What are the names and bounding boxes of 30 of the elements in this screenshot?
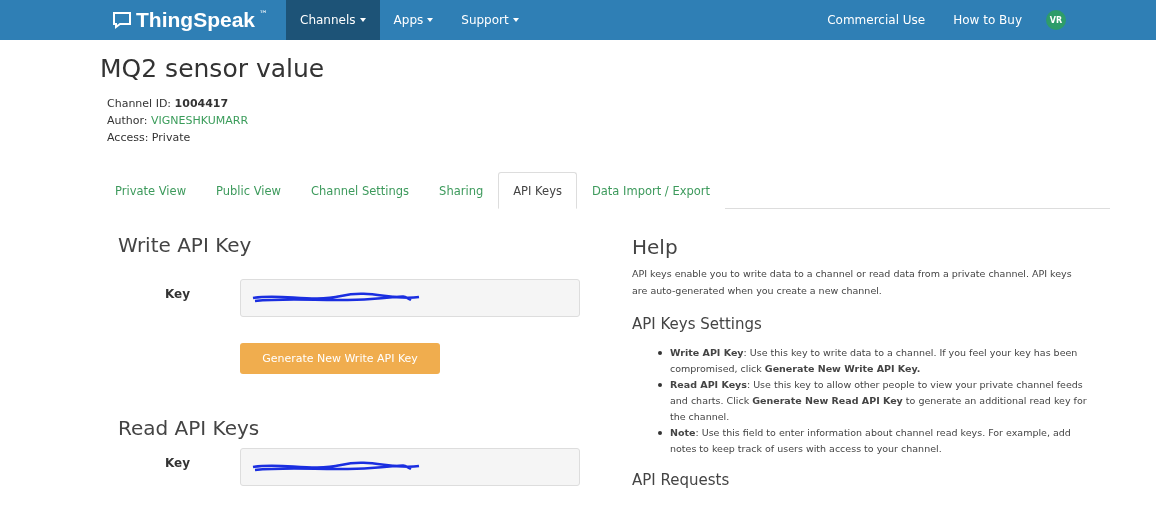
channel-info-line: Access: Private [107, 131, 192, 144]
help-heading: Help [632, 235, 679, 259]
nav-menu-item[interactable]: Channels [286, 0, 380, 40]
user-avatar[interactable]: VR [1046, 10, 1066, 30]
channel-info-line: Channel ID: 1004417 [107, 97, 230, 110]
nav-menu-item[interactable]: Apps [379, 0, 448, 40]
trademark: ™ [259, 9, 269, 19]
section-heading: Read API Keys [118, 416, 261, 440]
channel-info-line: Author: VIGNESHKUMARR [107, 114, 250, 127]
bullet-text: Write API Key: Use this key to write data to a channel. If you feel your key has been compromised, click Generate New Write API Key. [670, 346, 1079, 376]
nav-menu-item[interactable]: Support [447, 0, 533, 40]
tab[interactable]: API Keys [498, 172, 577, 209]
logo-text[interactable]: ThingSpeak [136, 8, 256, 32]
bullet-text: Read API Keys: Use this key to allow other people to view your private channel feeds and charts. Click Generate New Read API Key to generate an additional read key for the channel. [670, 378, 1088, 424]
section-heading: API Keys Settings [632, 315, 763, 333]
nav-link[interactable]: How to Buy [939, 0, 1036, 40]
field-label: Key [163, 456, 191, 470]
section-heading: Write API Key [118, 233, 253, 257]
channel-title: MQ2 sensor value [100, 54, 326, 83]
input-field[interactable] [240, 279, 580, 317]
bullet-text: Note: Use this field to enter information about channel read keys. For example, add notes to keep track of users with access to your channel. [670, 426, 1072, 456]
nav-link[interactable]: Commercial Use [813, 0, 940, 40]
input-field[interactable] [240, 448, 580, 486]
chat-bubble-icon [112, 11, 132, 29]
bullet-icon [658, 351, 662, 355]
field-label: Key [163, 287, 191, 301]
bullet-icon [658, 431, 662, 435]
bullet-icon [658, 383, 662, 387]
help-paragraph: API keys enable you to write data to a channel or read data from a private channel. API keys are auto-generated when you create a new channel. [632, 267, 1073, 298]
section-heading: API Requests [632, 471, 731, 489]
